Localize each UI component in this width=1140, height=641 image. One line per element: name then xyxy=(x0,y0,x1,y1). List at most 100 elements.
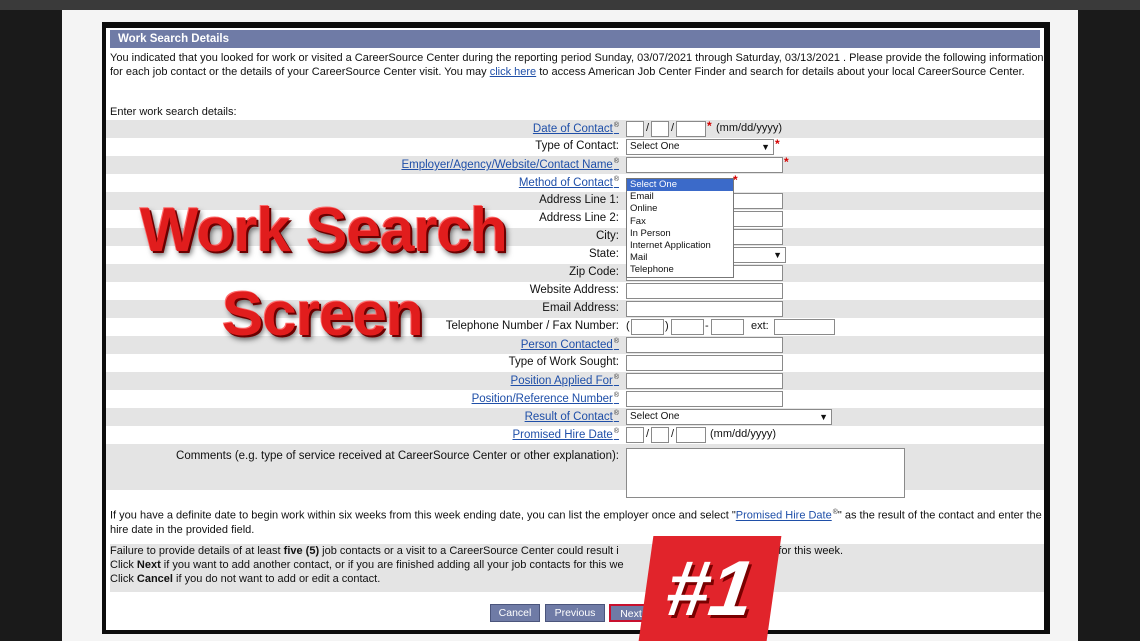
dropdown-option[interactable]: Telephone xyxy=(627,264,733,276)
promised-hire-date-label[interactable]: Promised Hire Date® xyxy=(512,428,619,441)
hire-day-input[interactable] xyxy=(651,427,669,443)
dropdown-option[interactable]: Internet Application xyxy=(627,240,733,252)
dropdown-option[interactable]: Select One xyxy=(627,179,733,192)
result-of-contact-label-text: Result of Contact xyxy=(524,410,613,423)
comments-label: Comments (e.g. type of service received … xyxy=(176,450,619,462)
date-separator: / xyxy=(646,428,650,440)
position-applied-input[interactable] xyxy=(626,373,783,389)
method-of-contact-label[interactable]: Method of Contact® xyxy=(519,176,619,189)
work-sought-label: Type of Work Sought: xyxy=(508,356,619,368)
employer-label[interactable]: Employer/Agency/Website/Contact Name® xyxy=(401,158,619,171)
dropdown-option[interactable]: In Person xyxy=(627,228,733,240)
person-contacted-input[interactable] xyxy=(626,337,783,353)
date-separator: / xyxy=(671,122,675,134)
top-bar xyxy=(0,0,1140,10)
email-input[interactable] xyxy=(626,301,783,317)
chevron-down-icon: ▼ xyxy=(761,142,770,152)
intro-text: You indicated that you looked for work o… xyxy=(110,51,1044,79)
date-of-contact-label[interactable]: Date of Contact® xyxy=(533,122,619,135)
next-line: Click Next if you want to add another co… xyxy=(110,558,1044,572)
row-type-of-contact: Type of Contact: Select One ▼ * xyxy=(106,137,1044,156)
phone-label: Telephone Number / Fax Number: xyxy=(445,320,619,332)
click-here-link[interactable]: click here xyxy=(490,66,536,78)
phone-line-input[interactable] xyxy=(711,319,744,335)
help-icon[interactable]: ® xyxy=(614,122,619,129)
person-contacted-label[interactable]: Person Contacted® xyxy=(521,338,619,351)
website-input[interactable] xyxy=(626,283,783,299)
note-text: Failure to provide details of at least xyxy=(110,545,284,557)
phone-prefix-input[interactable] xyxy=(671,319,704,335)
type-of-contact-value: Select One xyxy=(630,141,680,152)
overlay-title-line-1: Work Search xyxy=(140,196,508,265)
type-of-contact-select[interactable]: Select One ▼ xyxy=(626,139,774,155)
phone-area-input[interactable] xyxy=(631,319,664,335)
failure-line: Failure to provide details of at least f… xyxy=(110,544,1044,558)
result-of-contact-label[interactable]: Result of Contact® xyxy=(525,410,619,423)
previous-button[interactable]: Previous xyxy=(545,604,605,622)
position-ref-input[interactable] xyxy=(626,391,783,407)
row-date-of-contact: Date of Contact® / / * (mm/dd/yyyy) xyxy=(106,119,1044,138)
cancel-button[interactable]: Cancel xyxy=(490,604,540,622)
row-position-applied: Position Applied For® xyxy=(106,372,1044,390)
help-icon[interactable]: ® xyxy=(614,158,619,165)
method-of-contact-dropdown[interactable]: Select One Email Online Fax In Person In… xyxy=(626,178,734,278)
date-month-input[interactable] xyxy=(626,121,644,137)
instructions-block: Failure to provide details of at least f… xyxy=(110,544,1044,592)
row-work-sought: Type of Work Sought: xyxy=(106,354,1044,372)
note-text: if you do not want to add or edit a cont… xyxy=(172,573,381,585)
row-position-ref: Position/Reference Number® xyxy=(106,390,1044,408)
position-ref-label[interactable]: Position/Reference Number® xyxy=(472,392,619,405)
type-of-contact-label: Type of Contact: xyxy=(535,140,619,152)
phone-ext-input[interactable] xyxy=(774,319,835,335)
email-label: Email Address: xyxy=(542,302,619,314)
position-applied-label-text: Position Applied For xyxy=(510,374,613,387)
zip-label: Zip Code: xyxy=(569,266,619,278)
help-icon[interactable]: ® xyxy=(614,410,619,417)
result-of-contact-select[interactable]: Select One ▼ xyxy=(626,409,832,425)
paren-open: ( xyxy=(626,320,630,332)
comments-textarea[interactable] xyxy=(626,448,905,498)
work-sought-input[interactable] xyxy=(626,355,783,371)
help-icon[interactable]: ® xyxy=(614,374,619,381)
overlay-title-line-2: Screen xyxy=(222,280,424,349)
required-asterisk: * xyxy=(707,119,712,133)
dash: - xyxy=(705,320,709,332)
note-bold: Cancel xyxy=(136,573,173,585)
hire-year-input[interactable] xyxy=(676,427,706,443)
help-icon[interactable]: ® xyxy=(614,428,619,435)
note-text: job contacts or a visit to a CareerSourc… xyxy=(319,545,619,557)
enter-details-label: Enter work search details: xyxy=(110,106,237,118)
position-applied-label[interactable]: Position Applied For® xyxy=(511,374,619,387)
address-line-2-label: Address Line 2: xyxy=(539,212,619,224)
website-label: Website Address: xyxy=(529,284,619,296)
dropdown-option[interactable]: Online xyxy=(627,203,733,215)
help-icon[interactable]: ® xyxy=(614,392,619,399)
address-line-1-label: Address Line 1: xyxy=(539,194,619,206)
date-separator: / xyxy=(671,428,675,440)
number-one-badge: #1 xyxy=(638,536,782,641)
note-text: If you have a definite date to begin wor… xyxy=(110,509,736,522)
city-label: City: xyxy=(596,230,619,242)
chevron-down-icon: ▼ xyxy=(773,250,782,260)
paren-close: ) xyxy=(665,320,669,332)
promised-hire-date-label-text: Promised Hire Date xyxy=(512,428,613,441)
promised-hire-note: If you have a definite date to begin wor… xyxy=(110,506,1044,537)
promised-hire-date-link[interactable]: Promised Hire Date xyxy=(736,510,832,522)
date-day-input[interactable] xyxy=(651,121,669,137)
date-year-input[interactable] xyxy=(676,121,706,137)
dropdown-option[interactable]: Mail xyxy=(627,252,733,264)
employer-label-text: Employer/Agency/Website/Contact Name xyxy=(401,158,613,171)
note-bold: Next xyxy=(136,559,161,571)
required-asterisk: * xyxy=(775,137,780,151)
help-icon[interactable]: ® xyxy=(614,176,619,183)
hire-date-format-hint: (mm/dd/yyyy) xyxy=(710,428,776,440)
help-icon[interactable]: ® xyxy=(614,338,619,345)
chevron-down-icon: ▼ xyxy=(819,412,828,422)
employer-input[interactable] xyxy=(626,157,783,173)
dropdown-option[interactable]: Fax xyxy=(627,216,733,228)
date-separator: / xyxy=(646,122,650,134)
button-row: Cancel Previous Next xyxy=(106,602,1044,624)
hire-month-input[interactable] xyxy=(626,427,644,443)
person-contacted-label-text: Person Contacted xyxy=(520,338,613,351)
dropdown-option[interactable]: Email xyxy=(627,191,733,203)
